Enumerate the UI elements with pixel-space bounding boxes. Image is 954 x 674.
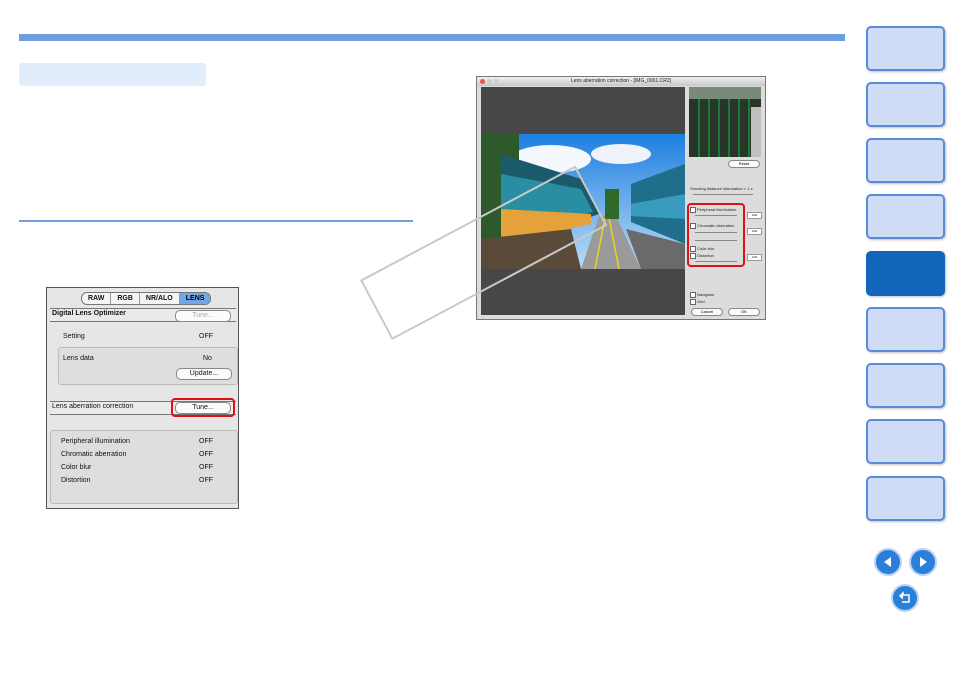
tab-nr-alo[interactable]: NR/ALO (140, 293, 180, 304)
next-page-button[interactable] (909, 548, 937, 576)
tab-raw[interactable]: RAW (82, 293, 112, 304)
chromatic-label: Chromatic aberration (61, 451, 127, 458)
navigator-image (689, 87, 761, 157)
arrow-left-icon (884, 557, 891, 567)
prev-page-button[interactable] (874, 548, 902, 576)
nav-tab-7[interactable] (866, 363, 945, 408)
nav-tab-4[interactable] (866, 194, 945, 239)
peripheral-value-field[interactable]: 100 (747, 212, 762, 219)
grid-checkbox[interactable] (690, 299, 696, 305)
arrow-right-icon (920, 557, 927, 567)
shooting-distance-slider[interactable] (693, 194, 753, 195)
navigator-thumbnail[interactable] (689, 87, 761, 157)
distortion-value: OFF (199, 477, 213, 484)
return-icon (899, 591, 910, 603)
nav-tab-2[interactable] (866, 82, 945, 127)
nav-tab-1[interactable] (866, 26, 945, 71)
dlo-label: Digital Lens Optimizer (52, 310, 126, 317)
nav-tab-3[interactable] (866, 138, 945, 183)
lens-data-label: Lens data (63, 355, 94, 362)
zoom-window-icon[interactable] (494, 79, 499, 84)
peripheral-value: OFF (199, 438, 213, 445)
peripheral-label: Peripheral illumination (61, 438, 130, 445)
cancel-button[interactable]: Cancel (691, 308, 723, 316)
setting-value: OFF (199, 333, 213, 340)
shooting-distance-label: Shooting distance information × 1.x (690, 186, 753, 191)
close-window-icon[interactable] (480, 79, 485, 84)
ok-button[interactable]: OK (728, 308, 760, 316)
color-blur-value: OFF (199, 464, 213, 471)
distortion-label: Distortion (61, 477, 91, 484)
lac-label: Lens aberration correction (52, 403, 134, 410)
nav-tab-6[interactable] (866, 307, 945, 352)
tab-rgb[interactable]: RGB (111, 293, 140, 304)
back-button[interactable] (891, 584, 919, 612)
lens-settings-panel: RAW RGB NR/ALO LENS Digital Lens Optimiz… (46, 287, 239, 509)
nav-tab-5-active[interactable] (866, 251, 945, 296)
minimize-window-icon[interactable] (487, 79, 492, 84)
color-blur-label: Color blur (61, 464, 92, 471)
tab-lens[interactable]: LENS (179, 293, 211, 304)
chromatic-value-field[interactable]: 100 (747, 228, 762, 235)
nav-tab-8[interactable] (866, 419, 945, 464)
setting-label: Setting (63, 333, 85, 340)
nav-tab-9[interactable] (866, 476, 945, 521)
update-button[interactable]: Update... (176, 368, 232, 380)
navigator-checkbox[interactable] (690, 292, 696, 298)
tool-palette-tabs: RAW RGB NR/ALO LENS (81, 292, 212, 305)
chromatic-value: OFF (199, 451, 213, 458)
section-heading-bar (19, 63, 206, 86)
tune-highlight (171, 398, 235, 417)
lens-data-value: No (203, 355, 212, 362)
header-rule (19, 34, 845, 41)
distortion-value-field[interactable]: 100 (747, 254, 762, 261)
dlo-tune-button[interactable]: Tune... (175, 310, 231, 322)
grid-option-label: Grid (697, 299, 705, 304)
navigator-option-label: Navigator (697, 292, 715, 297)
reset-button[interactable]: Reset (728, 160, 760, 168)
dialog-title: Lens aberration correction - [IMG_0001.C… (477, 77, 765, 86)
options-highlight (687, 203, 745, 267)
subsection-rule (19, 220, 413, 222)
